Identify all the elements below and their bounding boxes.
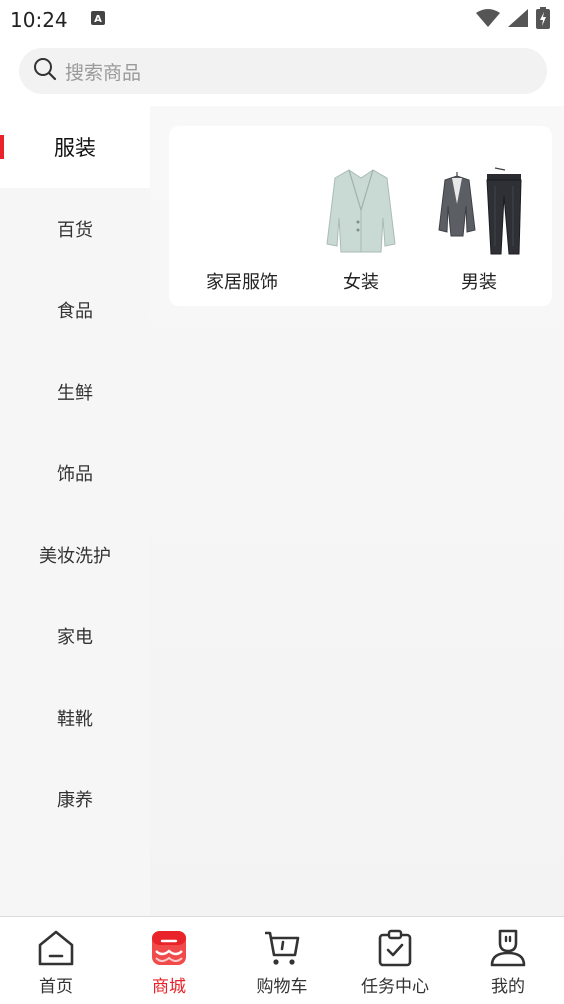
subcategory-men[interactable]: 男装	[420, 126, 538, 306]
women-blazer-icon	[317, 166, 405, 258]
sidebar-item-appliances[interactable]: 家电	[0, 595, 150, 677]
sidebar-item-shoes[interactable]: 鞋靴	[0, 677, 150, 759]
subcategory-card: 家居服饰 女装 男装	[169, 126, 552, 306]
subcategory-women[interactable]: 女装	[302, 126, 420, 306]
home-icon	[37, 929, 75, 967]
profile-icon	[489, 929, 527, 967]
nav-cart[interactable]: 购物车	[226, 917, 338, 1004]
signal-icon	[508, 9, 528, 31]
sidebar-item-clothing[interactable]: 服装	[0, 106, 150, 188]
wifi-icon	[476, 9, 500, 31]
sidebar-item-accessories[interactable]: 饰品	[0, 432, 150, 514]
search-bar[interactable]: 搜索商品	[19, 48, 547, 94]
subcategory-label: 男装	[461, 272, 497, 293]
sidebar-item-health[interactable]: 康养	[0, 758, 150, 840]
nav-label: 任务中心	[361, 977, 429, 997]
nav-home[interactable]: 首页	[0, 917, 112, 1004]
task-clipboard-icon	[376, 929, 414, 967]
nav-store[interactable]: 商城	[113, 917, 225, 1004]
nav-label: 购物车	[256, 977, 308, 997]
sidebar-item-general-merchandise[interactable]: 百货	[0, 188, 150, 270]
nav-label: 我的	[491, 977, 525, 997]
bottom-nav: 首页 商城 购物车 任务中心 我的	[0, 916, 564, 1004]
subcategory-label: 家居服饰	[206, 272, 278, 293]
nav-task-center[interactable]: 任务中心	[339, 917, 451, 1004]
subcategory-image-placeholder	[198, 166, 286, 258]
cart-icon	[263, 929, 301, 967]
status-time: 10:24	[10, 8, 68, 32]
subcategory-label: 女装	[343, 272, 379, 293]
svg-text:A: A	[94, 14, 102, 25]
men-suit-icon	[435, 166, 523, 258]
sidebar-item-fresh[interactable]: 生鲜	[0, 351, 150, 433]
battery-icon	[536, 7, 550, 33]
nav-profile[interactable]: 我的	[452, 917, 564, 1004]
subcategory-home-wear[interactable]: 家居服饰	[183, 126, 301, 306]
sidebar-item-food[interactable]: 食品	[0, 269, 150, 351]
search-icon	[33, 57, 57, 85]
status-bar: 10:24 A	[0, 0, 564, 40]
category-content: 家居服饰 女装 男装	[150, 106, 564, 916]
category-sidebar: 服装 百货 食品 生鲜 饰品 美妆洗护 家电 鞋靴 康养	[0, 106, 150, 916]
nav-label: 首页	[39, 977, 73, 997]
sidebar-item-beauty[interactable]: 美妆洗护	[0, 514, 150, 596]
store-icon	[150, 929, 188, 967]
keyboard-a-icon: A	[90, 10, 106, 30]
nav-label: 商城	[152, 977, 186, 997]
search-input[interactable]: 搜索商品	[65, 58, 141, 85]
